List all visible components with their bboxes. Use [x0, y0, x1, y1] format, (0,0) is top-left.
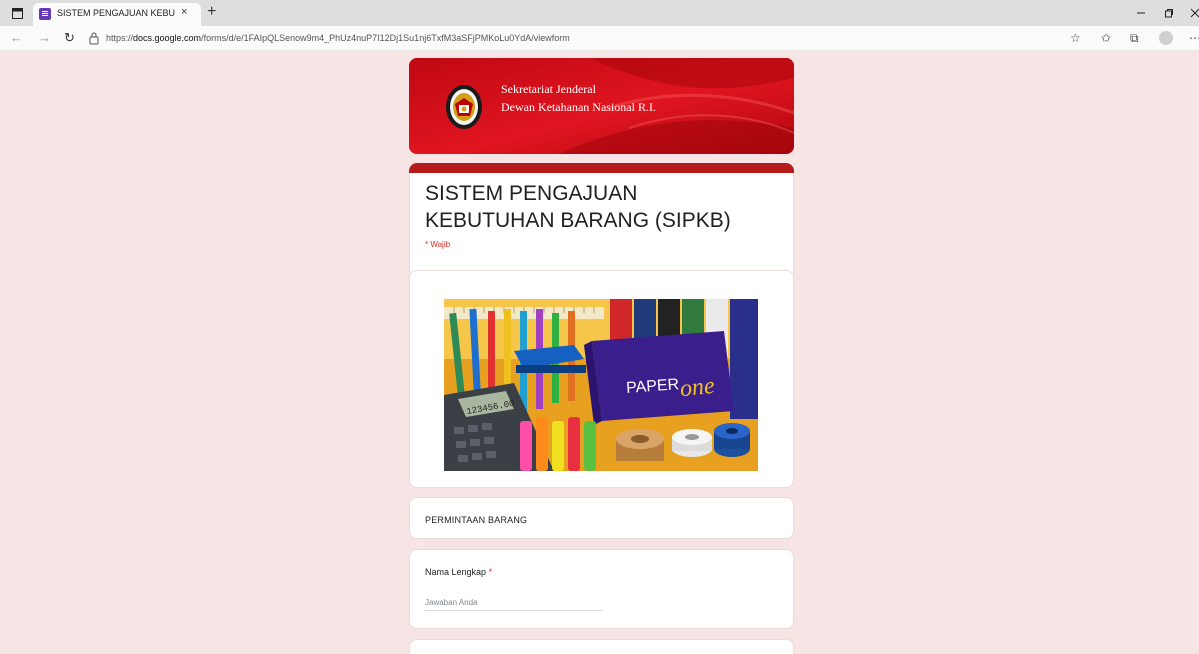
- url-field[interactable]: https://docs.google.com/forms/d/e/1FAIpQ…: [106, 33, 570, 43]
- required-asterisk: *: [488, 567, 493, 577]
- favorites-icon[interactable]: ✩: [1101, 31, 1111, 45]
- question-card-nama-lengkap: Nama Lengkap *: [409, 549, 794, 629]
- close-window-button[interactable]: [1186, 4, 1199, 22]
- new-tab-button[interactable]: +: [207, 3, 216, 21]
- form-title: SISTEM PENGAJUAN KEBUTUHAN BARANG (SIPKB…: [425, 182, 731, 232]
- url-prefix: https://: [106, 33, 134, 43]
- nama-lengkap-input[interactable]: [425, 595, 603, 611]
- browser-tab-bar: SISTEM PENGAJUAN KEBUTUHA × +: [0, 0, 1199, 26]
- more-icon[interactable]: ⋯: [1189, 31, 1199, 45]
- browser-tab[interactable]: SISTEM PENGAJUAN KEBUTUHA ×: [33, 3, 201, 26]
- back-icon[interactable]: ←: [10, 30, 23, 45]
- refresh-icon[interactable]: ↻: [64, 30, 75, 46]
- google-forms-icon: [39, 8, 51, 20]
- org-name-line2: Dewan Ketahanan Nasional R.I.: [501, 100, 656, 114]
- tab-actions-icon[interactable]: [8, 4, 26, 22]
- tab-close-button[interactable]: ×: [181, 6, 187, 18]
- next-question-card: [409, 639, 794, 654]
- paper-one-script: one: [679, 373, 717, 403]
- section-title: PERMINTAAN BARANG: [425, 515, 528, 525]
- url-domain: docs.google.com: [133, 33, 202, 43]
- minimize-button[interactable]: [1132, 4, 1150, 22]
- office-supplies-illustration: PAPER one 123456.00: [444, 299, 758, 471]
- office-supplies-image: PAPER one 123456.00: [444, 299, 758, 471]
- url-path: /forms/d/e/1FAIpQLSenow9m4_PhUz4nuP7I12D…: [201, 33, 570, 43]
- forward-icon[interactable]: →: [38, 30, 51, 45]
- required-note: * Wajib: [425, 240, 451, 249]
- form-header-banner: Sekretariat Jenderal Dewan Ketahanan Nas…: [409, 58, 794, 154]
- question-label: Nama Lengkap *: [425, 567, 492, 577]
- lock-icon[interactable]: [89, 31, 99, 45]
- address-bar: ← → ↻ https://docs.google.com/forms/d/e/…: [0, 26, 1199, 51]
- restore-button[interactable]: [1160, 4, 1178, 22]
- title-accent-strip: [409, 163, 794, 173]
- org-name-line1: Sekretariat Jenderal: [501, 82, 596, 96]
- tab-title: SISTEM PENGAJUAN KEBUTUHA: [57, 8, 175, 18]
- profile-icon[interactable]: [1159, 31, 1173, 45]
- question-label-text: Nama Lengkap: [425, 567, 487, 577]
- form-image-card: PAPER one 123456.00: [409, 270, 794, 488]
- read-aloud-icon[interactable]: ☆: [1070, 31, 1081, 45]
- section-header-card: PERMINTAAN BARANG: [409, 497, 794, 539]
- collections-icon[interactable]: ⧉: [1130, 31, 1139, 46]
- dewan-ketahanan-emblem: [446, 85, 482, 129]
